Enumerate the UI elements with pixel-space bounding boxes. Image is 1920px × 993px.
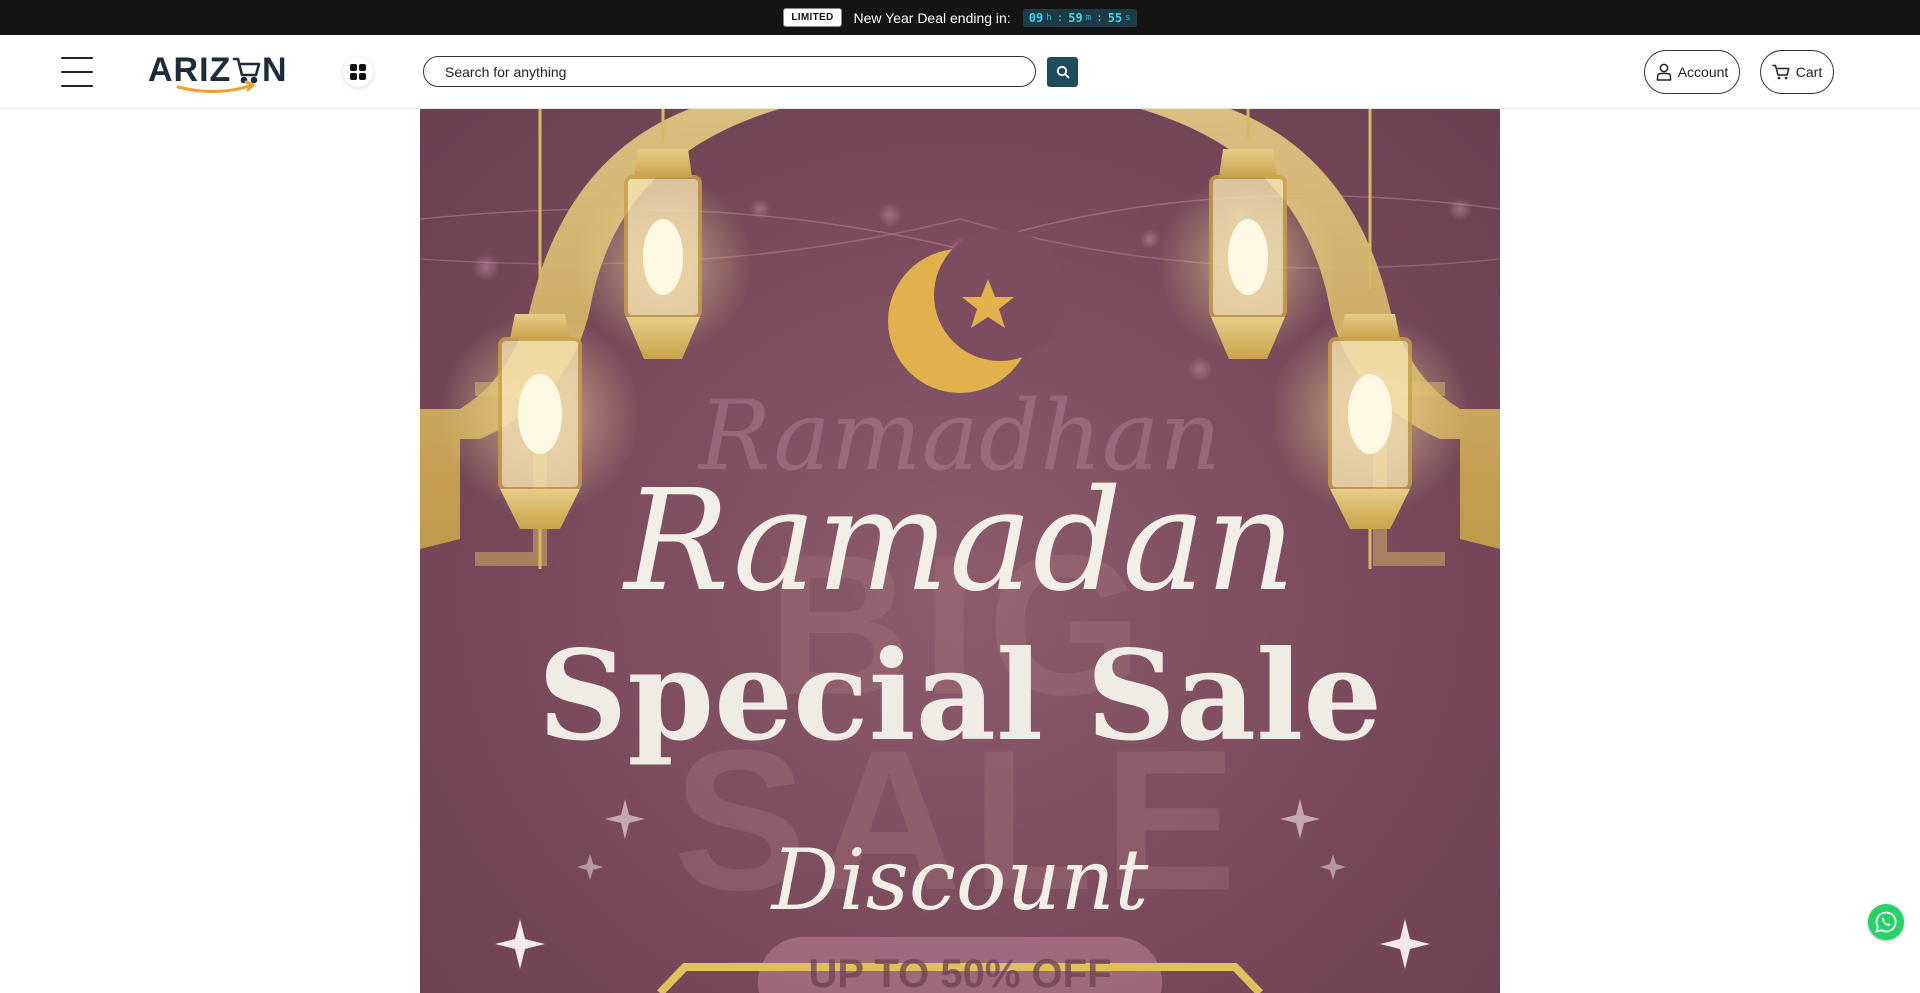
ramadan-sale-artwork: BIG SALE Ramadhan Ramadan Special Sale D… bbox=[420, 109, 1500, 993]
svg-text:N: N bbox=[262, 51, 287, 89]
cart-icon bbox=[1772, 64, 1790, 80]
banner-sub-title: Discount bbox=[770, 831, 1149, 929]
countdown-hours-unit: h bbox=[1046, 12, 1052, 23]
site-header: ARIZ N Search for anything Account Cart bbox=[0, 35, 1920, 109]
offer-text: UP TO 50% OFF bbox=[808, 952, 1111, 993]
hamburger-icon[interactable] bbox=[61, 57, 93, 87]
logo-graphic: ARIZ N bbox=[148, 51, 287, 94]
limited-badge: LIMITED bbox=[783, 8, 842, 27]
banner-headline: Special Sale bbox=[538, 624, 1382, 769]
countdown-seconds-unit: s bbox=[1125, 12, 1131, 23]
countdown-separator: : bbox=[1096, 11, 1103, 24]
cart-button[interactable]: Cart bbox=[1760, 50, 1834, 94]
grid-icon[interactable] bbox=[343, 57, 373, 87]
crescent-moon-icon bbox=[888, 229, 1066, 393]
user-icon bbox=[1656, 63, 1671, 81]
countdown-timer: 09 h : 59 m : 55 s bbox=[1022, 8, 1137, 27]
countdown-minutes-unit: m bbox=[1085, 12, 1092, 23]
countdown-hours: 09 bbox=[1028, 10, 1044, 25]
hero-banner[interactable]: BIG SALE Ramadhan Ramadan Special Sale D… bbox=[420, 109, 1500, 993]
countdown-separator: : bbox=[1056, 11, 1064, 24]
cart-label: Cart bbox=[1795, 64, 1823, 80]
search-button[interactable] bbox=[1047, 57, 1078, 87]
banner-script-title: Ramadan bbox=[621, 460, 1296, 623]
promo-bar: LIMITED New Year Deal ending in: 09 h : … bbox=[0, 0, 1920, 35]
search-input[interactable] bbox=[445, 63, 1035, 80]
svg-text:ARIZ: ARIZ bbox=[148, 51, 231, 89]
whatsapp-chat-button[interactable] bbox=[1868, 904, 1904, 940]
countdown-minutes: 59 bbox=[1068, 10, 1083, 25]
search-bar bbox=[423, 56, 1036, 87]
whatsapp-icon bbox=[1875, 911, 1897, 933]
countdown-seconds: 55 bbox=[1107, 10, 1123, 25]
site-logo[interactable]: ARIZ N bbox=[148, 49, 288, 95]
account-button[interactable]: Account bbox=[1644, 50, 1740, 94]
account-label: Account bbox=[1677, 64, 1729, 80]
search-icon bbox=[1056, 65, 1069, 79]
promo-text: New Year Deal ending in: bbox=[853, 9, 1011, 26]
